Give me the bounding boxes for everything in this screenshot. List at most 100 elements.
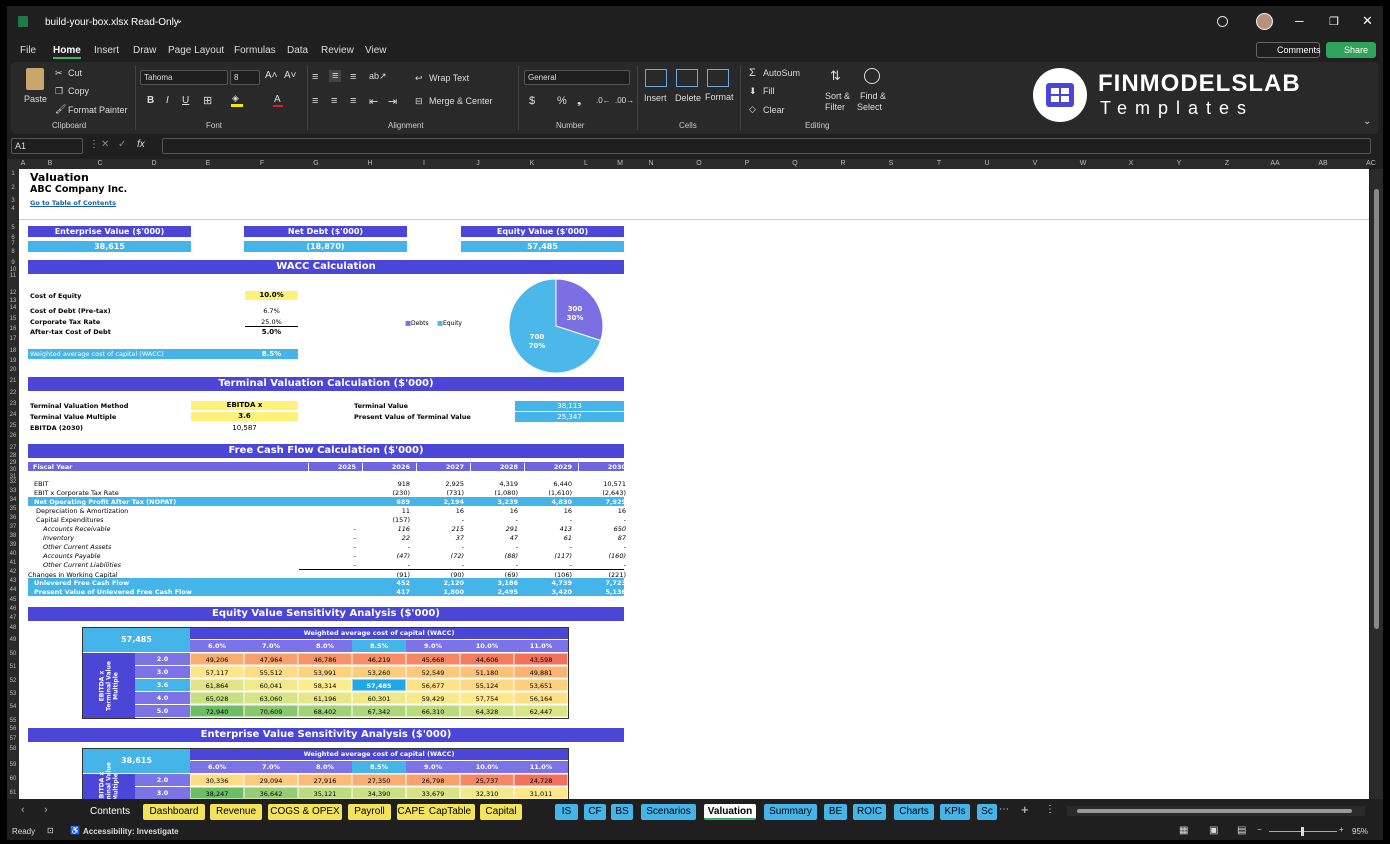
row-header[interactable]: 3: [7, 198, 19, 204]
row-header[interactable]: 16: [7, 326, 19, 332]
menu-tab-view[interactable]: View: [365, 45, 387, 56]
cut-button[interactable]: Cut: [68, 68, 82, 78]
sheet-tab-sc[interactable]: Sc: [977, 804, 997, 820]
increase-indent-icon[interactable]: ⇥: [388, 95, 397, 108]
menu-tab-data[interactable]: Data: [287, 45, 308, 56]
zoom-level[interactable]: 95%: [1352, 827, 1368, 836]
vertical-scroll-thumb[interactable]: [1374, 189, 1379, 629]
sheet-tab-bs[interactable]: BS: [611, 804, 633, 820]
accessibility-status[interactable]: Accessibility: Investigate: [83, 827, 179, 836]
paint-bucket-icon[interactable]: ◈: [232, 93, 239, 104]
row-header[interactable]: 15: [7, 316, 19, 322]
column-header[interactable]: C: [73, 160, 127, 167]
column-header[interactable]: P: [723, 160, 771, 167]
row-header[interactable]: 37: [7, 524, 19, 530]
column-header[interactable]: W: [1059, 160, 1107, 167]
tv-method-value[interactable]: EBITDA x: [191, 401, 298, 410]
row-header[interactable]: 14: [7, 305, 19, 311]
normal-view-icon[interactable]: ▦: [1179, 825, 1188, 836]
align-top-icon[interactable]: ≡: [312, 71, 318, 83]
orientation-icon[interactable]: ab↗: [369, 71, 387, 82]
clear-button[interactable]: Clear: [763, 105, 785, 115]
sheet-tab-kpis[interactable]: KPIs: [940, 804, 970, 820]
sheet-tab-summary[interactable]: Summary: [764, 804, 817, 820]
brush-icon[interactable]: 🖌: [55, 104, 66, 115]
delete-cells-button[interactable]: Delete: [675, 93, 701, 103]
menu-tab-file[interactable]: File: [20, 45, 36, 56]
table-of-contents-link[interactable]: Go to Table of Contents: [30, 199, 116, 207]
row-header[interactable]: 39: [7, 542, 19, 548]
column-header[interactable]: D: [127, 160, 181, 167]
format-painter-button[interactable]: Format Painter: [68, 105, 128, 115]
column-header[interactable]: AA: [1251, 160, 1299, 167]
decrease-indent-icon[interactable]: ⇤: [369, 95, 378, 108]
row-header[interactable]: 45: [7, 597, 19, 603]
add-sheet-icon[interactable]: +: [1021, 802, 1029, 817]
worksheet-grid[interactable]: Valuation ABC Company Inc. Go to Table o…: [19, 169, 1369, 799]
row-header[interactable]: 27: [7, 445, 19, 451]
paste-button[interactable]: Paste: [24, 94, 47, 104]
select-label[interactable]: Select: [857, 102, 882, 112]
bold-icon[interactable]: B: [147, 95, 154, 106]
column-header[interactable]: S: [867, 160, 915, 167]
row-header[interactable]: 4: [7, 206, 19, 212]
format-cells-button[interactable]: Format: [705, 92, 734, 102]
format-cells-icon[interactable]: [707, 69, 729, 87]
delete-cells-icon[interactable]: [676, 69, 698, 87]
fill-color-icon[interactable]: [231, 104, 243, 107]
find-label[interactable]: Find &: [860, 91, 886, 101]
collapse-ribbon-icon[interactable]: ⌄: [1363, 116, 1371, 127]
borders-icon[interactable]: ⊞: [203, 94, 212, 107]
row-header[interactable]: 43: [7, 578, 19, 584]
column-header[interactable]: I: [397, 160, 451, 167]
row-header[interactable]: 50: [7, 651, 19, 657]
column-header[interactable]: L: [559, 160, 613, 167]
font-size-select[interactable]: 8: [230, 70, 260, 85]
decrease-decimal-icon[interactable]: .00→: [615, 96, 634, 105]
font-color-icon[interactable]: A: [274, 94, 281, 105]
sheet-tab-contents[interactable]: Contents: [83, 804, 137, 820]
column-header[interactable]: Y: [1155, 160, 1203, 167]
row-header[interactable]: 58: [7, 746, 19, 752]
find-icon[interactable]: [864, 68, 880, 84]
sheet-tab-revenue[interactable]: Revenue: [210, 804, 262, 820]
row-header[interactable]: 38: [7, 533, 19, 539]
row-header[interactable]: 28: [7, 453, 19, 459]
sheet-tab-cogs-opex[interactable]: COGS & OPEX: [268, 804, 342, 820]
zoom-out-icon[interactable]: −: [1257, 825, 1262, 834]
row-header[interactable]: 30: [7, 467, 19, 473]
scissors-icon[interactable]: ✂: [55, 68, 63, 79]
minimize-icon[interactable]: ─: [1295, 14, 1304, 28]
column-header[interactable]: F: [235, 160, 289, 167]
align-bottom-icon[interactable]: ≡: [350, 71, 356, 83]
row-header[interactable]: 57: [7, 736, 19, 742]
column-header[interactable]: J: [451, 160, 505, 167]
sheet-tab-cf[interactable]: CF: [584, 804, 606, 820]
cancel-icon[interactable]: ✕: [101, 139, 109, 150]
column-header[interactable]: R: [819, 160, 867, 167]
font-name-select[interactable]: Tahoma: [140, 70, 228, 85]
row-header[interactable]: 53: [7, 691, 19, 697]
cost-of-equity-value[interactable]: 10.0%: [245, 291, 298, 300]
row-header[interactable]: 55: [7, 718, 19, 724]
fx-icon[interactable]: fx: [137, 139, 145, 150]
macro-icon[interactable]: ⊡: [47, 826, 54, 835]
enter-icon[interactable]: ✓: [118, 139, 126, 150]
italic-icon[interactable]: I: [166, 95, 169, 106]
prev-sheet-icon[interactable]: ‹: [21, 804, 25, 816]
column-header[interactable]: E: [181, 160, 235, 167]
eraser-icon[interactable]: ◇: [749, 104, 756, 115]
row-header[interactable]: 11: [7, 273, 19, 279]
currency-icon[interactable]: $: [529, 95, 535, 107]
fill-button[interactable]: Fill: [763, 86, 775, 96]
autosum-button[interactable]: AutoSum: [763, 68, 800, 78]
column-header[interactable]: AB: [1299, 160, 1347, 167]
row-header[interactable]: 21: [7, 378, 19, 384]
column-header[interactable]: O: [675, 160, 723, 167]
row-header[interactable]: 51: [7, 664, 19, 670]
sheet-tab-dashboard[interactable]: Dashboard: [143, 804, 205, 820]
horizontal-scrollbar[interactable]: [1067, 806, 1365, 816]
sort-label[interactable]: Sort &: [825, 91, 850, 101]
row-header[interactable]: 59: [7, 762, 19, 768]
align-right-icon[interactable]: ≡: [350, 95, 356, 107]
